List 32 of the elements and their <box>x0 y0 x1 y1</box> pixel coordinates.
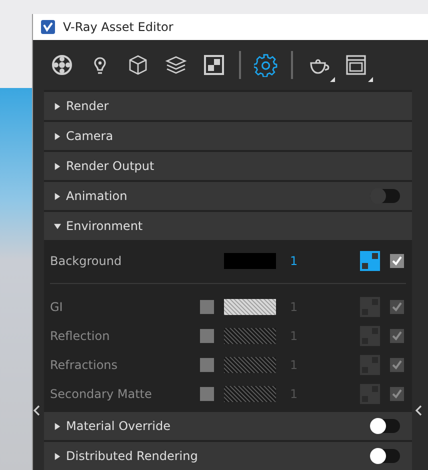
row-label: Refractions <box>50 356 119 374</box>
row-label: Secondary Matte <box>50 386 153 402</box>
section-header[interactable]: Material Override <box>44 412 412 440</box>
chevron-left-icon[interactable] <box>415 405 422 416</box>
section-header[interactable]: Animation <box>44 182 412 210</box>
window-title: V-Ray Asset Editor <box>63 19 174 36</box>
caret-right-icon <box>54 132 61 140</box>
row-label: Reflection <box>50 328 111 344</box>
app-logo-icon <box>41 20 55 34</box>
caret-right-icon <box>54 102 61 110</box>
section-header[interactable]: Camera <box>44 122 412 150</box>
value-field[interactable]: 1 <box>290 252 310 270</box>
caret-right-icon <box>54 162 61 170</box>
toggle-switch[interactable] <box>370 449 400 463</box>
section-header[interactable]: Environment <box>44 212 412 240</box>
texture-slot-icon[interactable] <box>360 250 380 270</box>
texture-icon[interactable] <box>201 52 227 78</box>
caret-right-icon <box>54 192 61 200</box>
caret-down-icon <box>54 222 61 230</box>
caret-right-icon <box>54 422 61 430</box>
section-header[interactable]: Render <box>44 92 412 120</box>
section-header[interactable]: Distributed Rendering <box>44 442 412 470</box>
material-ball-icon[interactable] <box>49 52 75 78</box>
row-label: GI <box>50 298 64 316</box>
checkbox[interactable] <box>390 254 404 268</box>
chevron-left-icon[interactable] <box>33 405 40 416</box>
caret-right-icon <box>54 452 61 460</box>
toggle-switch[interactable] <box>370 419 400 433</box>
settings-icon[interactable] <box>253 52 279 78</box>
row-label: Background <box>50 252 123 270</box>
color-swatch[interactable] <box>224 252 276 268</box>
section-header[interactable]: Render Output <box>44 152 412 180</box>
